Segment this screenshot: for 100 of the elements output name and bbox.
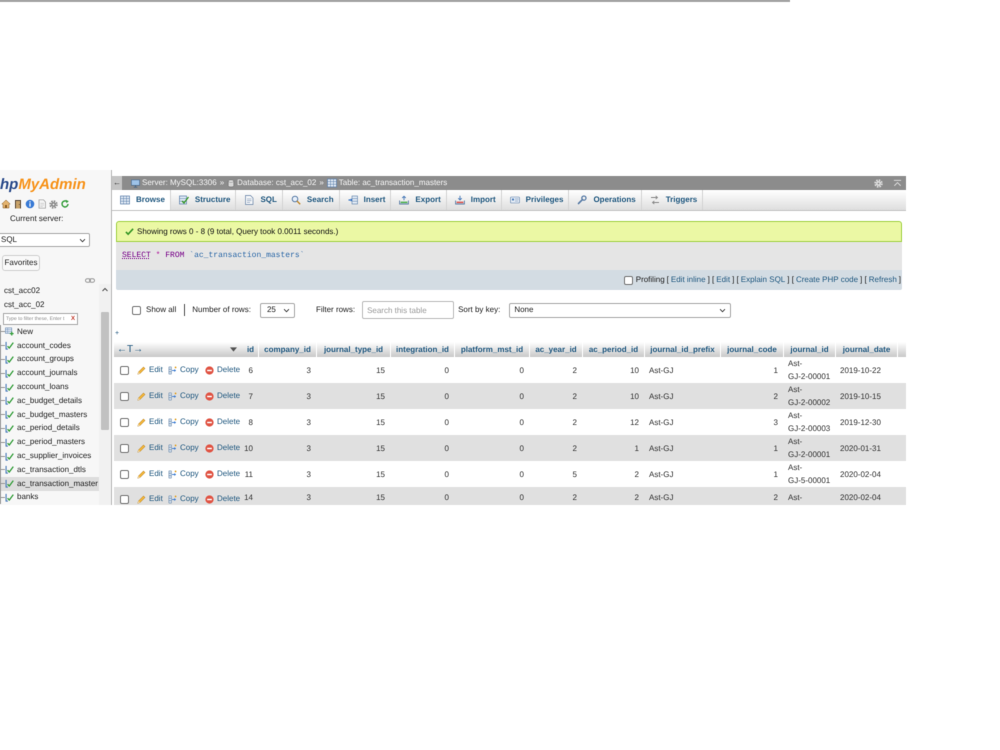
table-cell-text: 2019-12-30 (839, 416, 882, 428)
tab[interactable]: Import (446, 190, 502, 210)
table-plus-icon (5, 327, 14, 336)
tree-item[interactable]: ac_supplier_invoices (0, 449, 99, 463)
edit-link[interactable]: Edit (137, 365, 163, 375)
tree-item[interactable]: account_groups (0, 352, 99, 366)
tree-item[interactable]: account_journals (0, 366, 99, 380)
favorites-button[interactable]: Favorites (2, 255, 40, 271)
breadcrumb-separator: » (220, 178, 224, 188)
table-cell-text: 5 (572, 468, 578, 480)
edit-link[interactable]: Edit (137, 417, 163, 427)
server-select[interactable]: SQL (0, 233, 90, 247)
query-action-link[interactable]: Edit inline (670, 275, 706, 284)
delete-link[interactable]: Delete (205, 494, 240, 504)
chevron-down-icon (719, 306, 726, 314)
sort-select[interactable]: None (509, 302, 732, 318)
edit-link[interactable]: Edit (137, 391, 163, 401)
table-check-icon (5, 492, 14, 502)
row-checkbox[interactable] (120, 366, 129, 374)
tab[interactable]: Search (282, 190, 340, 210)
tree-item[interactable]: ac_budget_masters (0, 408, 99, 422)
show-all-checkbox[interactable] (132, 306, 141, 314)
table-cell-text: 15 (375, 492, 386, 504)
tab[interactable]: Structure (170, 190, 236, 210)
copy-link[interactable]: Copy (168, 443, 199, 453)
copy-link[interactable]: Copy (168, 391, 199, 401)
minus-circle-icon (205, 444, 214, 452)
query-action-link[interactable]: Refresh (868, 275, 897, 284)
table-cell-text: 1 (772, 468, 779, 480)
tree-item[interactable]: account_codes (0, 338, 99, 353)
tab[interactable]: Insert (340, 190, 392, 210)
rows-arrow-icon (168, 494, 177, 504)
database-item[interactable]: cst_acc_02 (0, 298, 99, 312)
table-cell-text: 14 (243, 492, 254, 504)
table-cell-text: 3 (306, 442, 312, 454)
edit-link[interactable]: Edit (137, 469, 163, 479)
delete-link[interactable]: Delete (205, 365, 240, 375)
tab[interactable]: Triggers (642, 190, 704, 210)
row-checkbox[interactable] (120, 392, 129, 400)
copy-link[interactable]: Copy (168, 469, 199, 479)
table-cell-text: 0 (518, 492, 525, 504)
table-cell-text: 10 (243, 442, 254, 454)
tab[interactable]: Browse (112, 190, 171, 210)
copy-link[interactable]: Copy (168, 417, 199, 427)
copy-link[interactable]: Copy (168, 494, 199, 504)
table-cell-text: 10 (629, 390, 640, 402)
sql-keyword-link[interactable]: SELECT (122, 251, 151, 260)
back-button[interactable]: ← (112, 176, 122, 190)
tab[interactable]: Export (391, 190, 447, 210)
profiling-checkbox[interactable] (624, 276, 633, 284)
rows-arrow-icon (168, 418, 177, 426)
table-cell-text: Ast-GJ (648, 492, 674, 504)
table-check-icon (5, 424, 14, 433)
tree-item[interactable]: ac_budget_details (0, 394, 99, 408)
filter-rows-field[interactable]: Search this table (362, 301, 454, 319)
delete-link[interactable]: Delete (205, 391, 240, 401)
row-checkbox[interactable] (120, 495, 129, 504)
query-action-link[interactable]: Create PHP code (796, 275, 858, 284)
query-action-link[interactable]: Explain SQL (740, 275, 786, 284)
tree-item[interactable]: banks (0, 490, 99, 504)
query-action-link[interactable]: Edit (716, 275, 730, 284)
tab[interactable]: Operations (569, 190, 642, 210)
row-checkbox[interactable] (120, 444, 129, 452)
table-cell-text: 2 (634, 468, 640, 480)
table-check-icon (5, 354, 14, 364)
sort-label: Sort by key: (458, 305, 500, 315)
text-toggle-link[interactable]: ←T→ (117, 344, 144, 356)
rows-per-page-select[interactable]: 25 (260, 302, 295, 318)
message-text: Showing rows 0 - 8 (9 total, Query took 0.0011 seconds.) (137, 226, 338, 236)
table-cell-text: 15 (375, 390, 386, 402)
tree-item[interactable]: ac_period_details (0, 422, 99, 436)
delete-link[interactable]: Delete (205, 469, 240, 479)
tree-item[interactable]: New (0, 325, 99, 339)
table-cell-text: 6 (248, 364, 254, 376)
computer-icon (131, 178, 140, 188)
chevron-down-icon (79, 236, 86, 244)
row-checkbox[interactable] (120, 418, 129, 426)
chevron-up-icon (893, 178, 902, 188)
tree-item[interactable]: ac_transaction_master (0, 476, 99, 491)
rows-arrow-icon (168, 392, 177, 400)
tree-item[interactable]: account_loans (0, 380, 99, 394)
table-cell-text: 15 (375, 416, 386, 428)
tab[interactable]: SQL (236, 190, 283, 210)
tab[interactable]: Privileges (502, 190, 570, 210)
table-cell-text: 1 (772, 364, 779, 376)
reload-icon (60, 199, 70, 209)
tree-item[interactable]: ac_period_masters (0, 435, 99, 450)
table-cell-text: 3 (306, 390, 312, 402)
delete-link[interactable]: Delete (205, 417, 240, 427)
copy-link[interactable]: Copy (168, 365, 199, 375)
edit-link[interactable]: Edit (137, 494, 163, 504)
table-cell-text: 12 (629, 416, 640, 428)
delete-link[interactable]: Delete (205, 443, 240, 453)
row-checkbox[interactable] (120, 470, 129, 478)
door-icon (13, 199, 23, 209)
edit-link[interactable]: Edit (137, 443, 163, 453)
table-cell-text: 3 (772, 416, 779, 428)
table-cell-text: 0 (444, 442, 450, 454)
database-item[interactable]: cst_acc02 (0, 284, 99, 298)
table-check-icon (5, 396, 14, 406)
